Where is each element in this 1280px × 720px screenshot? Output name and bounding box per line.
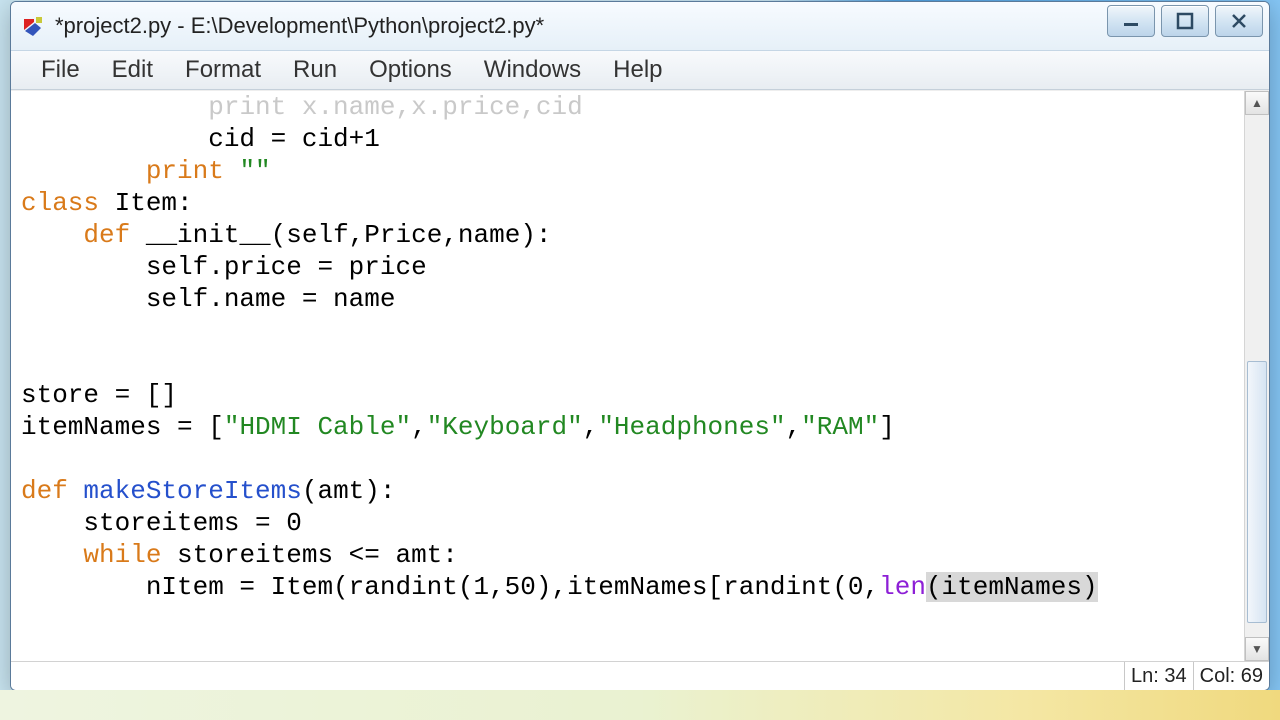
maximize-button[interactable] [1161, 5, 1209, 37]
status-line: Ln: 34 [1124, 662, 1193, 690]
code-editor[interactable]: print x.name,x.price,cid cid = cid+1 pri… [11, 91, 1244, 661]
menu-bar: File Edit Format Run Options Windows Hel… [11, 51, 1269, 90]
close-button[interactable] [1215, 5, 1263, 37]
menu-file[interactable]: File [25, 54, 96, 86]
idle-app-icon [21, 14, 45, 38]
status-bar: Ln: 34 Col: 69 [11, 661, 1269, 690]
window-controls [1107, 5, 1263, 37]
scroll-up-arrow-icon[interactable]: ▲ [1245, 91, 1269, 115]
menu-help[interactable]: Help [597, 54, 678, 86]
window-title: *project2.py - E:\Development\Python\pro… [55, 13, 544, 39]
menu-edit[interactable]: Edit [96, 54, 169, 86]
minimize-button[interactable] [1107, 5, 1155, 37]
editor-area: print x.name,x.price,cid cid = cid+1 pri… [11, 90, 1269, 661]
scroll-down-arrow-icon[interactable]: ▼ [1245, 637, 1269, 661]
menu-windows[interactable]: Windows [468, 54, 597, 86]
scroll-thumb[interactable] [1247, 361, 1267, 623]
menu-run[interactable]: Run [277, 54, 353, 86]
title-bar[interactable]: *project2.py - E:\Development\Python\pro… [11, 2, 1269, 51]
status-col: Col: 69 [1193, 662, 1269, 690]
menu-options[interactable]: Options [353, 54, 468, 86]
taskbar-hint [0, 690, 1280, 720]
idle-window: *project2.py - E:\Development\Python\pro… [10, 1, 1270, 691]
vertical-scrollbar[interactable]: ▲ ▼ [1244, 91, 1269, 661]
menu-format[interactable]: Format [169, 54, 277, 86]
